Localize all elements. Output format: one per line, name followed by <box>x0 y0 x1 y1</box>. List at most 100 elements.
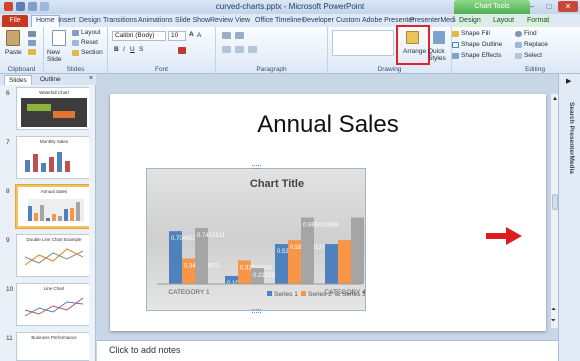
quick-styles-icon[interactable] <box>433 31 445 44</box>
maximize-icon[interactable]: □ <box>541 1 557 12</box>
slide-number: 9 <box>6 237 10 244</box>
tab-outline[interactable]: Outline <box>36 75 65 85</box>
previous-slide-icon[interactable]: ⏶ <box>551 307 556 314</box>
thumbnail-title: Waterfall Chart <box>39 90 69 95</box>
tab-review[interactable]: Review <box>210 15 233 27</box>
copy-icon[interactable] <box>28 40 36 46</box>
tab-insert[interactable]: Insert <box>58 15 76 27</box>
shape-outline-icon[interactable] <box>452 42 459 48</box>
select-icon[interactable] <box>515 53 522 59</box>
shape-outline-button[interactable]: Shape Outline <box>461 41 502 48</box>
italic-button[interactable]: I <box>123 46 125 53</box>
editing-group-label: Editing <box>525 66 545 73</box>
clipboard-group: Paste Clipboard <box>0 27 44 74</box>
font-color-icon[interactable] <box>178 47 186 54</box>
replace-icon[interactable] <box>515 42 522 48</box>
window-controls: – □ ✕ <box>524 1 578 12</box>
tab-file[interactable]: File <box>2 15 28 27</box>
align-center-icon[interactable] <box>235 46 244 53</box>
slide-scrollbar[interactable]: ▲ ⏶ ⏷ <box>550 94 558 328</box>
layout-icon[interactable] <box>72 30 79 36</box>
chart-resize-handle[interactable] <box>252 165 261 169</box>
tab-developer[interactable]: Developer <box>302 15 334 27</box>
bold-button[interactable]: B <box>114 46 119 53</box>
tab-transitions[interactable]: Transitions <box>103 15 137 27</box>
cut-icon[interactable] <box>28 31 36 37</box>
find-icon[interactable] <box>515 31 522 37</box>
reset-button[interactable]: Reset <box>81 39 98 46</box>
slide-thumbnail[interactable]: Line Chart <box>16 283 92 326</box>
slide-number: 7 <box>6 139 10 146</box>
chart-resize-handle[interactable] <box>252 309 261 313</box>
tab-slide-show[interactable]: Slide Show <box>175 15 210 27</box>
tab-chart-layout[interactable]: Layout <box>490 15 518 27</box>
font-size-select[interactable]: 10 <box>168 31 186 41</box>
grow-font-button[interactable]: A <box>189 31 194 38</box>
chart-svg[interactable]: Chart Title0.7046530930.3403989730.74625… <box>147 169 366 311</box>
tab-slides[interactable]: Slides <box>4 75 32 85</box>
format-painter-icon[interactable] <box>28 49 36 55</box>
replace-button[interactable]: Replace <box>524 41 548 48</box>
font-name-select[interactable]: Calibri (Body) <box>112 31 166 41</box>
shape-effects-icon[interactable] <box>452 53 459 59</box>
select-button[interactable]: Select <box>524 52 542 59</box>
chart-bar <box>182 258 195 284</box>
bullets-icon[interactable] <box>222 32 231 39</box>
tab-home[interactable]: Home <box>31 15 60 27</box>
arrange-button[interactable]: Arrange <box>403 48 426 55</box>
slide-title[interactable]: Annual Sales <box>110 111 546 139</box>
tab-design[interactable]: Design <box>79 15 101 27</box>
layout-button[interactable]: Layout <box>81 29 101 36</box>
tab-view[interactable]: View <box>235 15 250 27</box>
drawing-group: Arrange Quick Styles Drawing <box>328 25 452 74</box>
section-icon[interactable] <box>72 50 79 56</box>
quick-styles-button[interactable]: Quick Styles <box>428 48 450 62</box>
panel-close-icon[interactable]: × <box>89 75 93 82</box>
slide-thumbnail-selected[interactable]: Annual Sales <box>16 185 92 228</box>
red-arrow-icon <box>486 227 522 245</box>
shape-effects-button[interactable]: Shape Effects <box>461 52 501 59</box>
slide-thumbnail[interactable]: Double Line Chart Example <box>16 234 92 277</box>
presentermedia-search-pane[interactable]: ▶ Search PresenterMedia <box>558 74 580 361</box>
close-icon[interactable]: ✕ <box>558 1 578 12</box>
paste-icon[interactable] <box>6 30 20 46</box>
slide-canvas[interactable]: Annual Sales Chart Title0.7046530930.340… <box>110 94 546 331</box>
pane-collapse-icon[interactable]: ▶ <box>566 77 571 85</box>
find-button[interactable]: Find <box>524 30 537 37</box>
tab-animations[interactable]: Animations <box>138 15 173 27</box>
slide-thumbnail[interactable]: Waterfall Chart <box>16 87 92 130</box>
tab-custom[interactable]: Custom <box>336 15 360 27</box>
slide-number: 8 <box>6 188 10 195</box>
shape-fill-button[interactable]: Shape Fill <box>461 30 490 37</box>
section-button[interactable]: Section <box>81 49 103 56</box>
chart-frame[interactable]: Chart Title0.7046530930.3403989730.74625… <box>146 168 366 311</box>
shrink-font-button[interactable]: A <box>197 32 201 39</box>
minimize-icon[interactable]: – <box>524 1 540 12</box>
align-left-icon[interactable] <box>222 46 231 53</box>
editing-group: Find Replace Select Editing <box>512 27 558 74</box>
next-slide-icon[interactable]: ⏷ <box>551 318 556 325</box>
notes-pane[interactable]: Click to add notes <box>97 340 558 361</box>
reset-icon[interactable] <box>72 40 79 46</box>
legend-swatch <box>301 291 306 296</box>
shapes-gallery-icon[interactable] <box>332 30 394 56</box>
panel-scrollbar[interactable] <box>89 85 95 361</box>
tab-chart-design[interactable]: Design <box>456 15 484 27</box>
legend-label: Series 2 <box>308 291 332 298</box>
chart-data-label: 0.7462511 <box>197 233 226 239</box>
new-slide-icon[interactable] <box>52 30 66 46</box>
new-slide-button[interactable]: New Slide <box>47 49 69 63</box>
numbering-icon[interactable] <box>235 32 244 39</box>
chart-bar <box>325 244 338 284</box>
strikethrough-button[interactable]: S <box>139 46 143 53</box>
tab-office-timeline[interactable]: Office Timeline+ <box>255 15 305 27</box>
notes-placeholder[interactable]: Click to add notes <box>109 345 181 355</box>
paste-button[interactable]: Paste <box>5 49 22 56</box>
slide-thumbnail[interactable]: Business Performance <box>16 332 92 361</box>
align-right-icon[interactable] <box>248 46 257 53</box>
shape-fill-icon[interactable] <box>452 31 459 37</box>
underline-button[interactable]: U <box>130 46 135 53</box>
slide-thumbnail[interactable]: Monthly Sales <box>16 136 92 179</box>
tab-chart-format[interactable]: Format <box>524 15 553 27</box>
arrange-icon[interactable] <box>406 31 419 44</box>
